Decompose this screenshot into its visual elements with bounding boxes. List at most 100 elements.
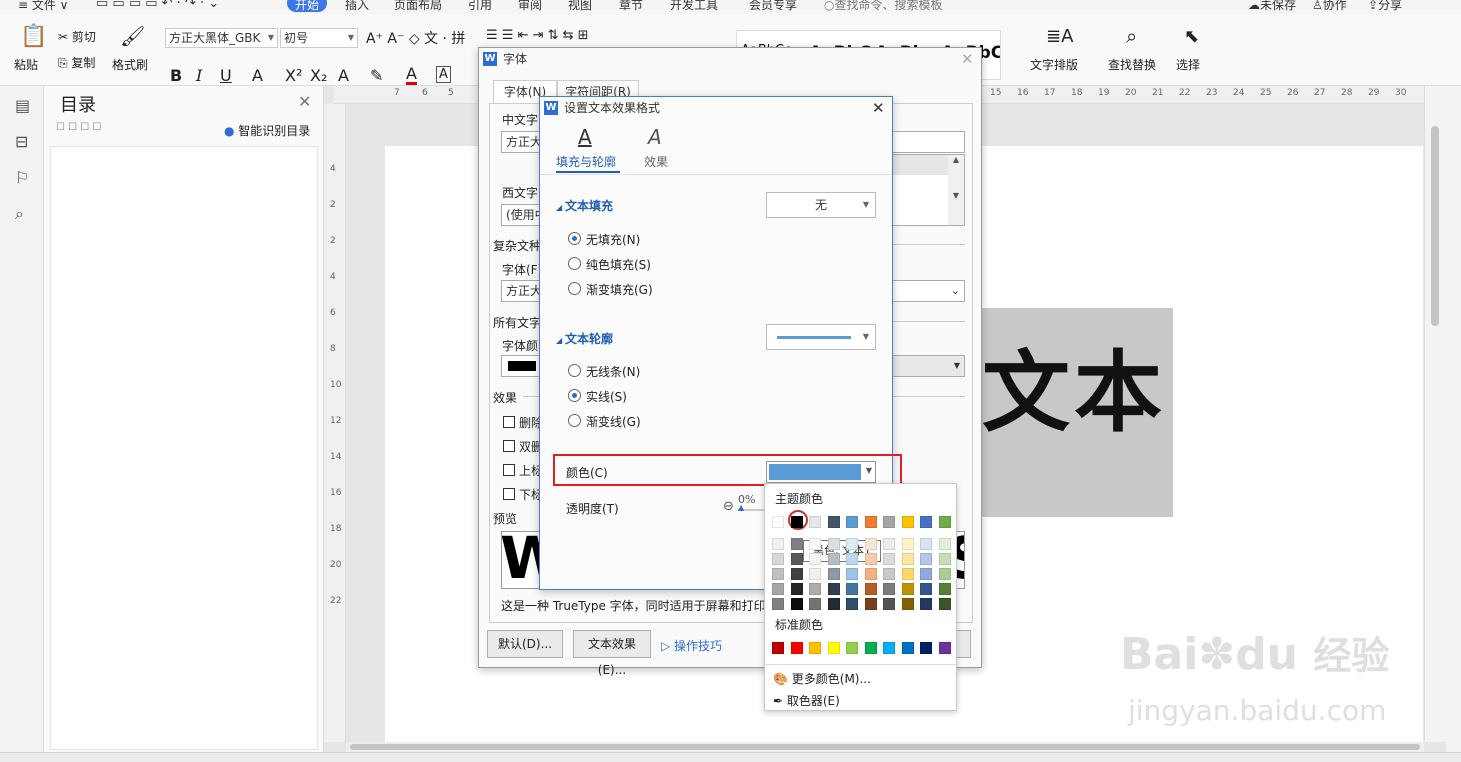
tint-swatch[interactable] <box>901 598 914 610</box>
double-strike-checkbox[interactable] <box>503 440 515 452</box>
tint-swatch[interactable] <box>883 553 895 565</box>
tint-swatch[interactable] <box>901 538 914 550</box>
tint-swatch[interactable] <box>920 553 932 565</box>
tab-fill-outline[interactable]: 填充与轮廓 <box>556 153 616 170</box>
scroll-thumb[interactable] <box>1431 126 1439 326</box>
tint-swatch[interactable] <box>883 538 895 550</box>
tint-swatch[interactable] <box>938 553 951 565</box>
text-layout-icon[interactable]: ≣A <box>1046 26 1073 47</box>
text-outline-header[interactable]: 文本轮廓 <box>556 330 613 347</box>
subscript-icon[interactable]: X₂ <box>310 66 327 85</box>
tint-swatch[interactable] <box>827 568 840 580</box>
format-painter-button[interactable]: 格式刷 <box>112 56 148 73</box>
smart-toc-button[interactable]: ● 智能识别目录 <box>224 122 310 139</box>
tab-effects[interactable]: 效果 <box>644 153 668 170</box>
search-command[interactable]: ○查找命令、搜索模板 <box>824 0 943 13</box>
font-style-list[interactable]: ▲ ▼ <box>889 154 965 226</box>
theme-swatch[interactable] <box>864 516 877 528</box>
paste-button[interactable]: 粘贴 <box>14 56 38 73</box>
tint-swatch[interactable] <box>901 568 914 580</box>
tint-swatch[interactable] <box>901 553 914 565</box>
fill-outline-icon[interactable]: A <box>578 125 592 149</box>
tint-swatch[interactable] <box>809 598 821 610</box>
underline-icon[interactable]: U <box>220 66 232 85</box>
char-border-icon[interactable]: A <box>436 66 451 83</box>
solid-line-radio[interactable] <box>568 389 581 402</box>
quick-access-icons[interactable]: ▭ ▭ ▭ ▭ ↶ · ↷ · ⌄ <box>96 0 219 11</box>
tint-swatch[interactable] <box>827 598 840 610</box>
tab-insert[interactable]: 插入 <box>345 0 369 13</box>
tab-member[interactable]: 会员专享 <box>749 0 797 13</box>
tint-swatch[interactable] <box>938 568 951 580</box>
tab-start[interactable]: 开始 <box>287 0 327 12</box>
tint-swatch[interactable] <box>772 598 784 610</box>
tint-swatch[interactable] <box>920 598 932 610</box>
close-icon[interactable]: ✕ <box>298 92 311 111</box>
tab-references[interactable]: 引用 <box>468 0 492 13</box>
text-effect-icon[interactable]: A <box>338 66 349 85</box>
default-button[interactable]: 默认(D)... <box>487 630 563 658</box>
tint-swatch[interactable] <box>938 583 951 595</box>
strikethrough-checkbox[interactable] <box>503 416 515 428</box>
tab-review[interactable]: 审阅 <box>518 0 542 13</box>
tint-swatch[interactable] <box>809 553 821 565</box>
standard-swatch[interactable] <box>846 642 858 654</box>
tint-swatch[interactable] <box>790 583 803 595</box>
font-grow-shrink-icons[interactable]: A⁺ A⁻ ◇ 文 · 拼 <box>366 28 465 48</box>
standard-swatch[interactable] <box>790 642 803 654</box>
list-scrollbar[interactable]: ▲ ▼ <box>948 155 964 225</box>
color-picker-item[interactable]: ✒ 取色器(E) <box>773 692 840 709</box>
select-button[interactable]: 选择 <box>1176 56 1200 73</box>
superscript-checkbox[interactable] <box>503 464 515 476</box>
navigation-icon[interactable]: ⊟ <box>15 132 28 151</box>
brush-icon[interactable]: 🖌 <box>120 24 145 48</box>
highlight-icon[interactable]: ✎ <box>370 66 383 85</box>
toc-icon[interactable]: ▤ <box>15 96 30 115</box>
standard-swatch[interactable] <box>827 642 840 654</box>
italic-icon[interactable]: I <box>196 66 202 85</box>
no-fill-radio[interactable] <box>568 232 581 245</box>
tint-swatch[interactable] <box>920 583 932 595</box>
standard-swatch[interactable] <box>809 642 821 654</box>
tint-swatch[interactable] <box>846 598 858 610</box>
no-line-radio[interactable] <box>568 364 581 377</box>
tint-swatch[interactable] <box>809 583 821 595</box>
tint-swatch[interactable] <box>901 583 914 595</box>
close-icon[interactable]: ✕ <box>872 99 885 117</box>
tab-view[interactable]: 视图 <box>568 0 592 13</box>
tint-swatch[interactable] <box>883 583 895 595</box>
tint-swatch[interactable] <box>790 538 803 550</box>
tint-swatch[interactable] <box>864 568 877 580</box>
text-effect-button[interactable]: 文本效果(E)... <box>573 630 651 677</box>
cn-font-field[interactable]: 方正大 <box>501 131 541 153</box>
vertical-scrollbar[interactable] <box>1424 86 1446 742</box>
cursor-icon[interactable]: ⬉ <box>1184 26 1199 47</box>
tint-swatch[interactable] <box>790 553 803 565</box>
tint-swatch[interactable] <box>772 568 784 580</box>
font-color-icon[interactable]: A <box>406 66 417 85</box>
tab-page-layout[interactable]: 页面布局 <box>394 0 442 13</box>
tint-swatch[interactable] <box>809 538 821 550</box>
tint-swatch[interactable] <box>864 538 877 550</box>
tint-swatch[interactable] <box>864 583 877 595</box>
font-color-select[interactable] <box>501 355 541 377</box>
tint-swatch[interactable] <box>883 598 895 610</box>
tab-chapter[interactable]: 章节 <box>619 0 643 13</box>
theme-swatch[interactable] <box>790 516 803 528</box>
standard-swatch[interactable] <box>901 642 914 654</box>
tips-link[interactable]: ▷ 操作技巧 <box>661 637 722 654</box>
tint-swatch[interactable] <box>790 598 803 610</box>
gradient-fill-radio[interactable] <box>568 282 581 295</box>
theme-swatch[interactable] <box>938 516 951 528</box>
search-icon[interactable]: ⌕ <box>15 204 24 224</box>
standard-swatch[interactable] <box>920 642 932 654</box>
tint-swatch[interactable] <box>772 538 784 550</box>
share-button[interactable]: ⇪分享 <box>1368 0 1402 13</box>
file-menu[interactable]: ≡ 文件 ∨ <box>18 0 68 13</box>
complex-style-select[interactable]: ⌄ <box>889 280 965 302</box>
west-font-field[interactable]: (使用中 <box>501 204 541 226</box>
theme-swatch[interactable] <box>883 516 895 528</box>
scroll-thumb[interactable] <box>350 744 1420 750</box>
standard-swatch[interactable] <box>864 642 877 654</box>
horizontal-scrollbar[interactable] <box>346 742 1424 752</box>
